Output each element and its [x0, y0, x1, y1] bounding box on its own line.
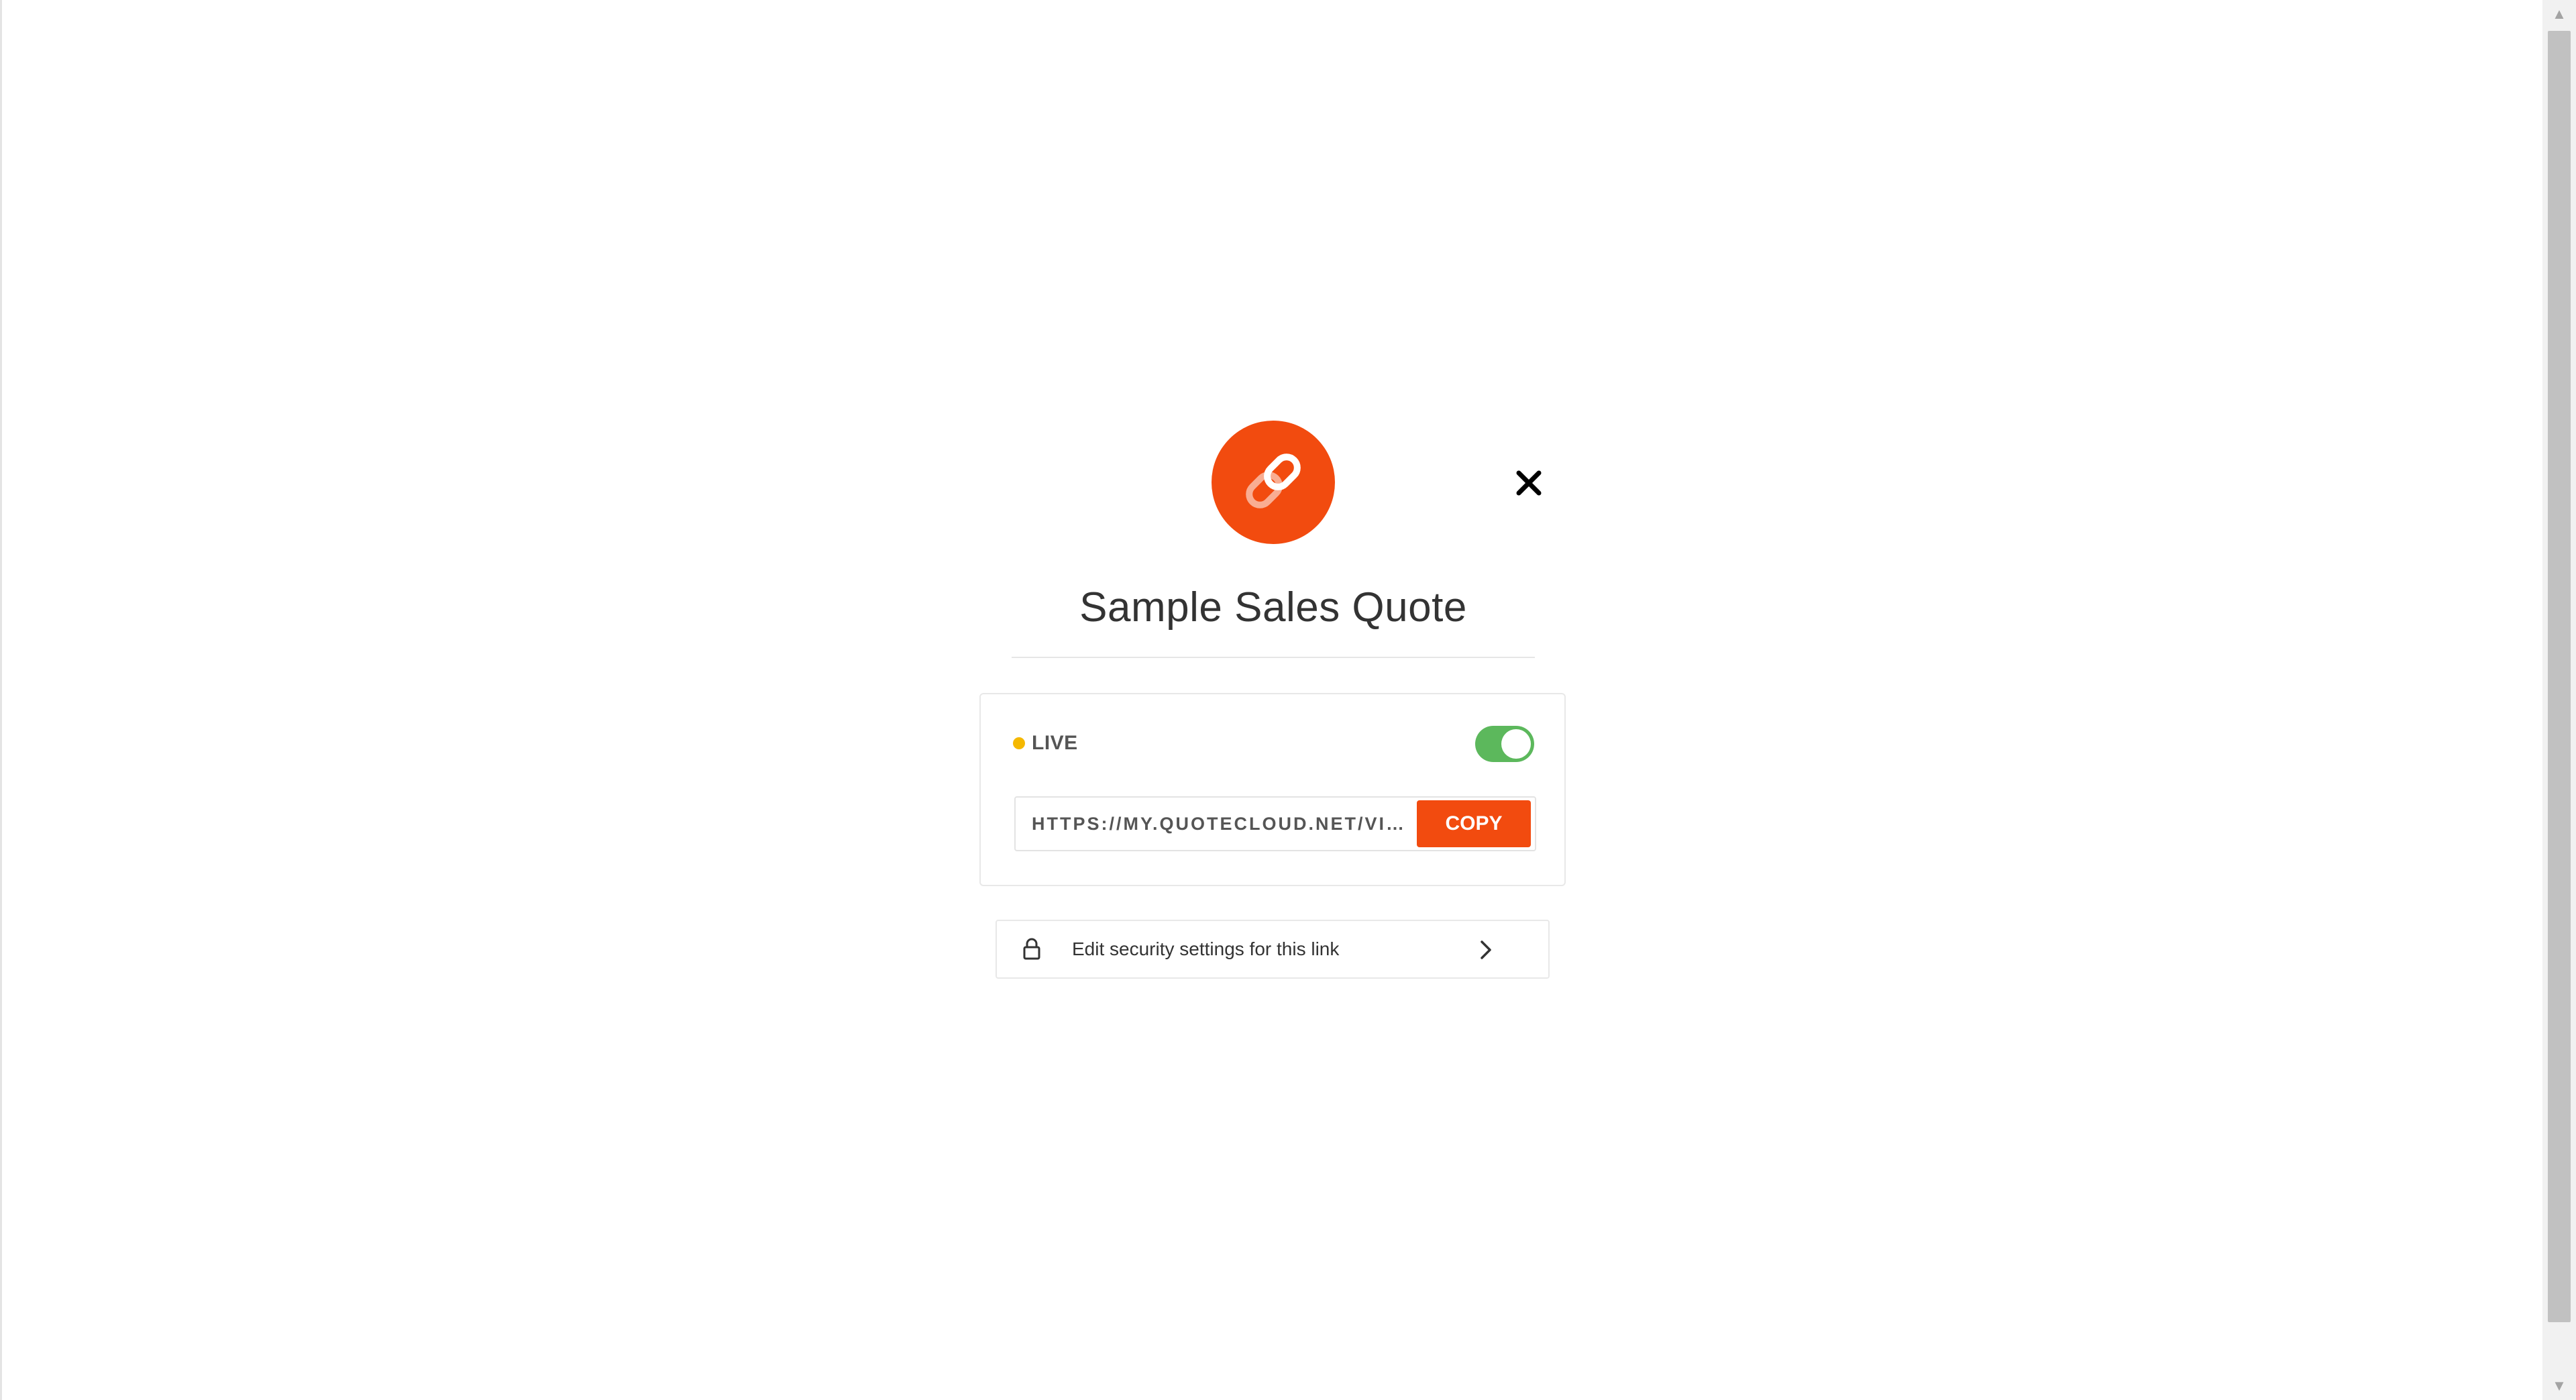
close-button[interactable]	[1509, 464, 1549, 504]
copy-button[interactable]: COPY	[1417, 800, 1531, 847]
lock-icon	[1021, 937, 1042, 961]
status-label: LIVE	[1032, 732, 1078, 754]
security-settings-label: Edit security settings for this link	[1072, 938, 1340, 959]
chevron-right-icon	[1476, 938, 1496, 961]
title-divider	[1012, 657, 1535, 658]
link-icon	[1238, 446, 1308, 519]
share-link-page: Sample Sales Quote LIVE COPY Edit securi…	[0, 0, 2576, 1400]
link-badge	[1212, 421, 1335, 544]
toggle-knob	[1501, 729, 1531, 759]
status-dot	[1013, 737, 1025, 749]
live-toggle[interactable]	[1475, 726, 1534, 762]
scroll-up-arrow[interactable]: ▲	[2542, 0, 2576, 28]
close-icon	[1515, 470, 1542, 500]
scroll-down-arrow[interactable]: ▼	[2542, 1372, 2576, 1400]
share-url-input[interactable]	[1016, 812, 1417, 835]
security-settings-link[interactable]: Edit security settings for this link	[996, 920, 1550, 979]
page-title: Sample Sales Quote	[1079, 584, 1467, 631]
url-field-group: COPY	[1014, 796, 1536, 851]
link-status: LIVE	[1013, 732, 1078, 755]
link-card: LIVE COPY	[979, 693, 1566, 886]
scroll-thumb[interactable]	[2548, 31, 2571, 1322]
vertical-scrollbar[interactable]: ▲ ▼	[2542, 0, 2576, 1400]
